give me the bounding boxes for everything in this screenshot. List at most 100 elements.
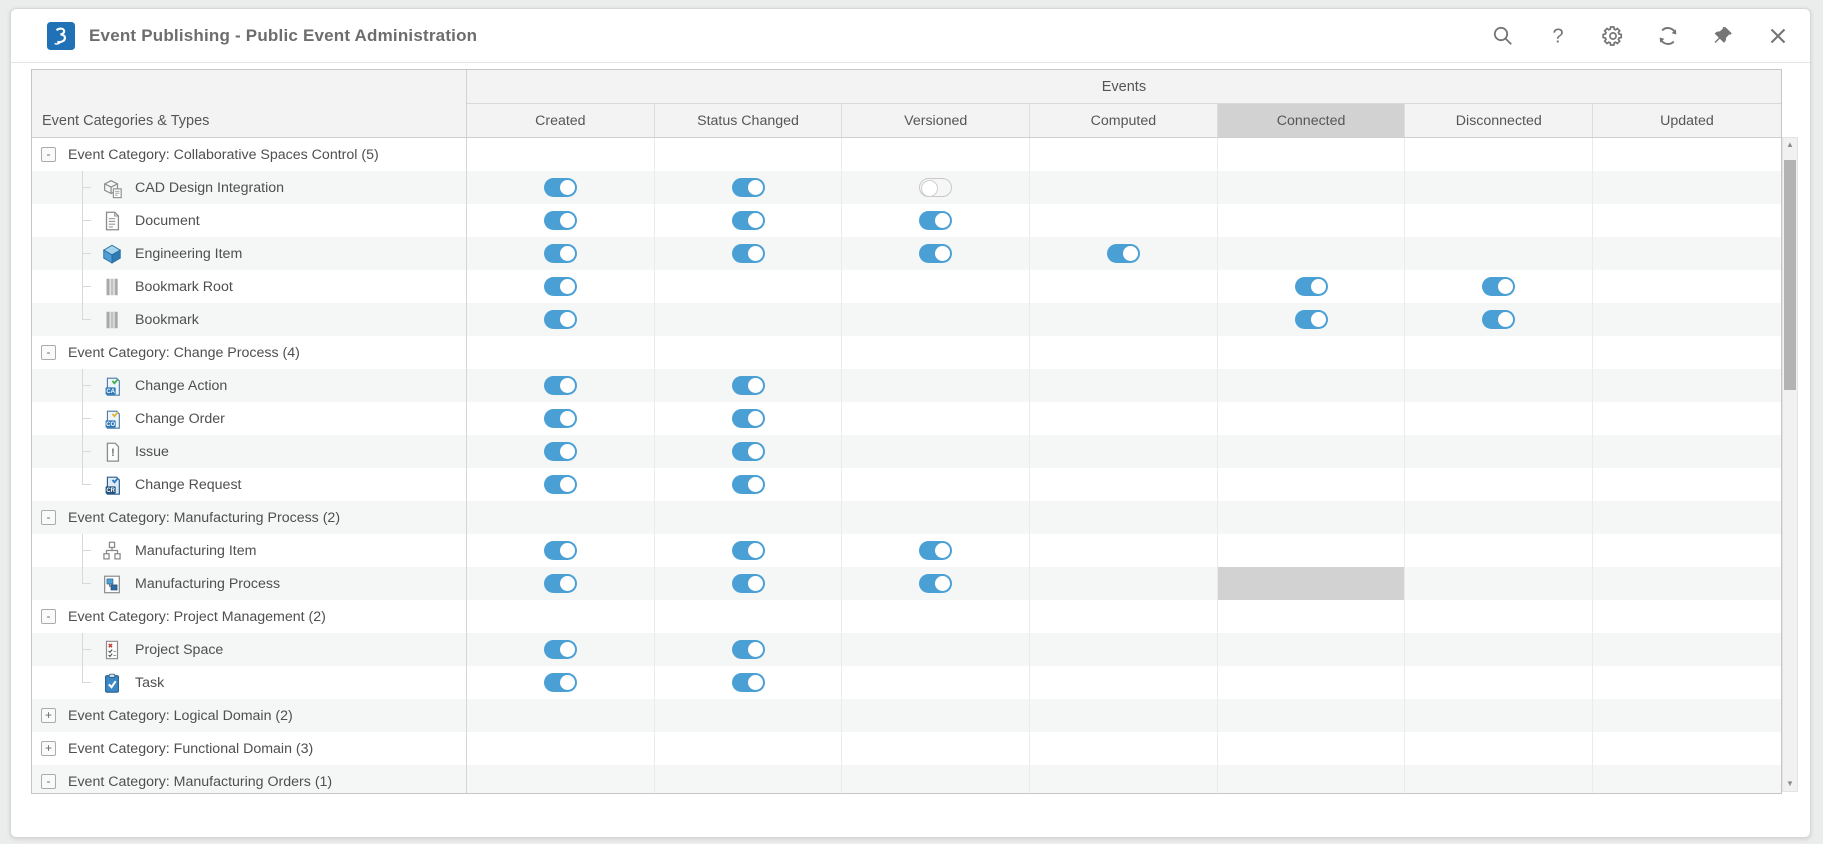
cell-created [467, 369, 655, 402]
cell-disconnected [1405, 303, 1593, 336]
created-toggle-on[interactable] [544, 409, 577, 428]
cell-connected [1218, 270, 1406, 303]
category-label: Event Category: Project Management (2) [68, 609, 326, 625]
status-changed-toggle-on[interactable] [732, 244, 765, 263]
column-header-updated[interactable]: Updated [1593, 104, 1781, 137]
cell-status-changed [655, 303, 843, 336]
connected-toggle-on[interactable] [1295, 310, 1328, 329]
cell-computed [1030, 270, 1218, 303]
cell-created [467, 633, 655, 666]
cell-versioned [842, 468, 1030, 501]
status-changed-toggle-on[interactable] [732, 541, 765, 560]
tree-connector [82, 171, 95, 204]
tree-connector [82, 633, 95, 666]
status-changed-toggle-on[interactable] [732, 211, 765, 230]
created-toggle-on[interactable] [544, 277, 577, 296]
created-toggle-on[interactable] [544, 640, 577, 659]
table-body: -Event Category: Collaborative Spaces Co… [32, 138, 1781, 793]
created-toggle-on[interactable] [544, 475, 577, 494]
cell-disconnected [1405, 468, 1593, 501]
created-toggle-on[interactable] [544, 673, 577, 692]
scroll-up-arrow[interactable] [1783, 138, 1797, 152]
cell-versioned [842, 732, 1030, 765]
created-toggle-on[interactable] [544, 211, 577, 230]
column-header-computed[interactable]: Computed [1030, 104, 1218, 137]
created-toggle-on[interactable] [544, 541, 577, 560]
cell-computed [1030, 204, 1218, 237]
versioned-toggle-on[interactable] [919, 211, 952, 230]
status-changed-toggle-on[interactable] [732, 475, 765, 494]
versioned-toggle-off[interactable] [919, 178, 952, 197]
connected-toggle-on[interactable] [1295, 277, 1328, 296]
versioned-toggle-on[interactable] [919, 541, 952, 560]
cell-computed [1030, 765, 1218, 793]
column-header-versioned[interactable]: Versioned [842, 104, 1030, 137]
status-changed-toggle-on[interactable] [732, 640, 765, 659]
selected-cell[interactable] [1218, 567, 1406, 600]
cell-versioned [842, 336, 1030, 369]
disconnected-toggle-on[interactable] [1482, 310, 1515, 329]
status-changed-toggle-on[interactable] [732, 574, 765, 593]
manufacturing-item-icon [101, 540, 123, 562]
close-icon[interactable] [1762, 20, 1794, 52]
cell-versioned [842, 270, 1030, 303]
cell-disconnected [1405, 732, 1593, 765]
vertical-scrollbar[interactable] [1782, 137, 1798, 792]
category-row: -Event Category: Collaborative Spaces Co… [32, 138, 1781, 171]
column-header-status-changed[interactable]: Status Changed [655, 104, 843, 137]
cell-status-changed [655, 468, 843, 501]
expand-expander-icon[interactable]: + [41, 741, 56, 756]
category-row: -Event Category: Change Process (4) [32, 336, 1781, 369]
cell-connected [1218, 666, 1406, 699]
cell-created [467, 237, 655, 270]
scroll-down-arrow[interactable] [1783, 777, 1797, 791]
column-header-connected[interactable]: Connected [1218, 104, 1406, 137]
cell-connected [1218, 765, 1406, 793]
cell-status-changed [655, 402, 843, 435]
document-icon [101, 210, 123, 232]
collapse-expander-icon[interactable]: - [41, 510, 56, 525]
scrollbar-thumb[interactable] [1784, 160, 1796, 390]
collapse-expander-icon[interactable]: - [41, 609, 56, 624]
cell-computed [1030, 567, 1218, 600]
category-row: -Event Category: Manufacturing Process (… [32, 501, 1781, 534]
cell-connected [1218, 435, 1406, 468]
created-toggle-on[interactable] [544, 178, 577, 197]
created-toggle-on[interactable] [544, 376, 577, 395]
expand-expander-icon[interactable]: + [41, 708, 56, 723]
cell-computed [1030, 468, 1218, 501]
search-icon[interactable] [1487, 20, 1519, 52]
settings-gear-icon[interactable] [1597, 20, 1629, 52]
cell-versioned [842, 765, 1030, 793]
cell-connected [1218, 600, 1406, 633]
help-icon[interactable]: ? [1542, 20, 1574, 52]
cell-disconnected [1405, 666, 1593, 699]
pin-icon[interactable] [1707, 20, 1739, 52]
toolbar: ? [1487, 20, 1794, 52]
column-header-created[interactable]: Created [467, 104, 655, 137]
status-changed-toggle-on[interactable] [732, 442, 765, 461]
category-label: Event Category: Manufacturing Orders (1) [68, 774, 332, 790]
created-toggle-on[interactable] [544, 442, 577, 461]
created-toggle-on[interactable] [544, 574, 577, 593]
status-changed-toggle-on[interactable] [732, 178, 765, 197]
created-toggle-on[interactable] [544, 310, 577, 329]
versioned-toggle-on[interactable] [919, 574, 952, 593]
collapse-expander-icon[interactable]: - [41, 147, 56, 162]
cell-versioned [842, 237, 1030, 270]
column-header-disconnected[interactable]: Disconnected [1405, 104, 1593, 137]
change-action-icon: CA [101, 375, 123, 397]
status-changed-toggle-on[interactable] [732, 673, 765, 692]
column-header-event-categories-types[interactable]: Event Categories & Types [32, 70, 467, 137]
status-changed-toggle-on[interactable] [732, 409, 765, 428]
refresh-icon[interactable] [1652, 20, 1684, 52]
collapse-expander-icon[interactable]: - [41, 345, 56, 360]
computed-toggle-on[interactable] [1107, 244, 1140, 263]
disconnected-toggle-on[interactable] [1482, 277, 1515, 296]
cell-updated [1593, 699, 1781, 732]
collapse-expander-icon[interactable]: - [41, 774, 56, 789]
versioned-toggle-on[interactable] [919, 244, 952, 263]
category-label: Event Category: Functional Domain (3) [68, 741, 313, 757]
status-changed-toggle-on[interactable] [732, 376, 765, 395]
created-toggle-on[interactable] [544, 244, 577, 263]
